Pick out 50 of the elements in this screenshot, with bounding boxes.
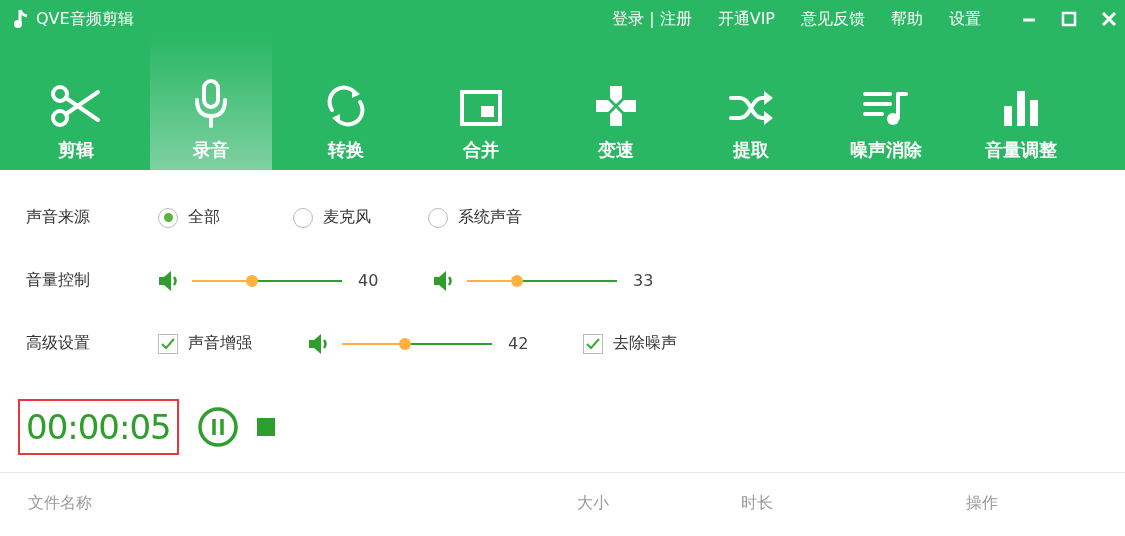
menu-link[interactable]: 帮助	[891, 8, 923, 30]
toolbar-tab[interactable]: 噪声消除	[825, 38, 947, 170]
option-label[interactable]: 去除噪声	[613, 333, 677, 354]
toolbar-tab[interactable]: 合并	[420, 38, 542, 170]
column-header: 时长	[741, 493, 774, 514]
option-label[interactable]: 系统声音	[458, 207, 522, 228]
option-label[interactable]: 全部	[188, 207, 220, 228]
checkbox[interactable]	[158, 333, 178, 354]
volume-value: 42	[508, 334, 529, 353]
slider-track[interactable]	[342, 337, 492, 350]
scissors-icon	[50, 84, 102, 128]
slider-thumb[interactable]	[510, 274, 523, 287]
menu-link[interactable]: 开通VIP	[717, 8, 775, 30]
bar-chart-icon	[1001, 88, 1041, 128]
window-icon	[459, 88, 503, 128]
menu-link[interactable]: 意见反馈	[801, 8, 865, 30]
toolbar-tab[interactable]: 转换	[285, 38, 407, 170]
maximize-icon[interactable]	[1061, 11, 1077, 27]
slider-track[interactable]	[467, 274, 617, 287]
column-header: 文件名称	[28, 493, 93, 514]
speaker-icon[interactable]	[308, 332, 330, 355]
column-header: 大小	[577, 493, 610, 514]
close-icon[interactable]	[1101, 11, 1117, 27]
toolbar-tab[interactable]: 剪辑	[15, 38, 137, 170]
slider-thumb[interactable]	[246, 274, 258, 287]
column-header: 操作	[966, 493, 999, 514]
stop-icon[interactable]	[256, 418, 275, 436]
menu-link[interactable]: 设置	[949, 8, 981, 30]
menu-link[interactable]: 登录 | 注册	[612, 8, 692, 30]
speaker-icon[interactable]	[433, 269, 455, 292]
slider-thumb[interactable]	[399, 337, 411, 350]
toolbar-tab[interactable]: 变速	[555, 38, 677, 170]
setting-label: 音量控制	[26, 270, 91, 291]
music-note-icon	[14, 9, 28, 29]
setting-label: 声音来源	[26, 207, 91, 228]
volume-value: 33	[633, 271, 654, 290]
toolbar-tab[interactable]: 提取	[690, 38, 812, 170]
checkbox[interactable]	[583, 333, 603, 354]
slider-track[interactable]	[192, 274, 342, 287]
shuffle-icon	[728, 88, 774, 128]
toolbar-tab[interactable]: 音量调整	[960, 38, 1082, 170]
recording-timer: 00:00:05	[18, 399, 179, 455]
dpad-icon	[594, 84, 638, 128]
pause-icon[interactable]	[196, 406, 239, 448]
window-title: QVE音频剪辑	[36, 8, 134, 30]
setting-label: 高级设置	[26, 333, 91, 354]
option-label[interactable]: 麦克风	[323, 207, 371, 228]
volume-value: 40	[358, 271, 379, 290]
option-label[interactable]: 声音增强	[188, 333, 252, 354]
speaker-icon[interactable]	[158, 269, 180, 292]
